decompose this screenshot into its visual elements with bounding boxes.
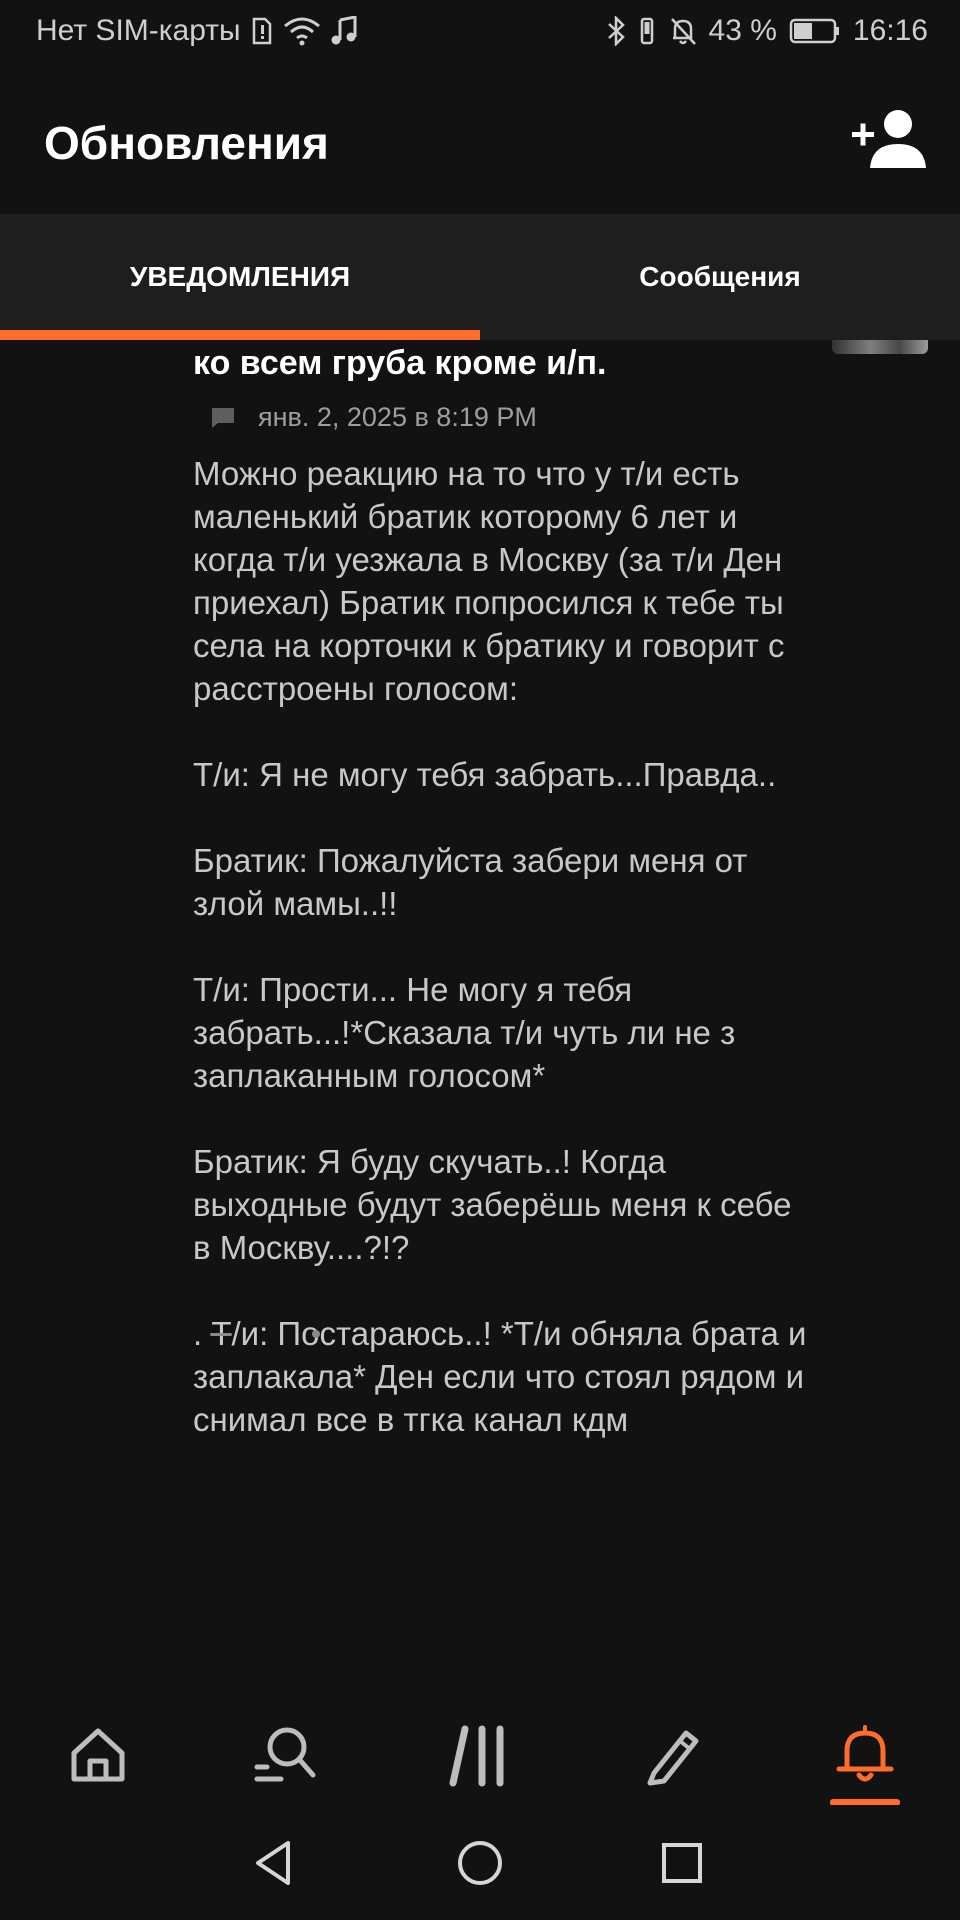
post-title[interactable]: ко всем груба кроме и/п. (193, 344, 607, 383)
nav-write-button[interactable] (622, 1715, 722, 1795)
bell-off-icon (669, 16, 697, 46)
clock: 16:16 (852, 14, 928, 47)
system-recents-button[interactable] (652, 1833, 712, 1893)
bluetooth-icon (607, 16, 625, 46)
post-body: Можно реакцию на то что у т/и есть мален… (193, 455, 807, 1438)
tab-messages[interactable]: Сообщения (480, 214, 960, 340)
system-home-button[interactable] (450, 1833, 510, 1893)
page-title: Обновления (44, 117, 329, 169)
nav-home-button[interactable] (48, 1715, 148, 1795)
tab-notifications[interactable]: УВЕДОМЛЕНИЯ (0, 214, 480, 340)
status-bar: Нет SIM-карты 43 % 16:16 (0, 0, 960, 64)
battery-icon (789, 17, 841, 45)
nav-search-button[interactable] (236, 1715, 336, 1795)
status-right: 43 % 16:16 (607, 14, 928, 48)
post-date: янв. 2, 2025 в 8:19 PM (258, 402, 537, 432)
music-note-icon (331, 16, 357, 46)
add-user-icon (852, 110, 926, 168)
loading-indicator (210, 1330, 320, 1338)
bottom-nav (0, 1665, 960, 1806)
status-left: Нет SIM-карты (36, 14, 357, 48)
home-icon (71, 1728, 125, 1782)
nav-notifications-button[interactable] (815, 1715, 915, 1795)
home-circle-icon (458, 1841, 502, 1885)
comment-icon (210, 406, 236, 430)
recents-icon (662, 1843, 702, 1883)
nav-feed-button[interactable] (430, 1715, 530, 1795)
app-header: Обновления (0, 64, 960, 214)
back-icon (256, 1841, 290, 1885)
system-nav (0, 1805, 960, 1920)
tab-bar: УВЕДОМЛЕНИЯ Сообщения (0, 214, 960, 340)
battery-percent: 43 % (708, 14, 777, 47)
wifi-icon (283, 16, 321, 46)
post-meta: янв. 2, 2025 в 8:19 PM (210, 402, 537, 433)
active-tab-indicator (0, 330, 480, 340)
carrier-text: Нет SIM-карты (36, 14, 241, 47)
sim-alert-icon (251, 17, 273, 45)
notification-feed[interactable]: ко всем груба кроме и/п. янв. 2, 2025 в … (0, 340, 960, 1665)
add-user-button[interactable] (850, 106, 930, 176)
pencil-icon (647, 1730, 699, 1786)
bell-icon (836, 1725, 894, 1782)
search-icon (254, 1727, 316, 1782)
system-back-button[interactable] (244, 1833, 304, 1893)
post-thumbnail[interactable] (832, 340, 928, 354)
feed-icon (449, 1725, 504, 1787)
vibrate-icon (637, 16, 657, 46)
